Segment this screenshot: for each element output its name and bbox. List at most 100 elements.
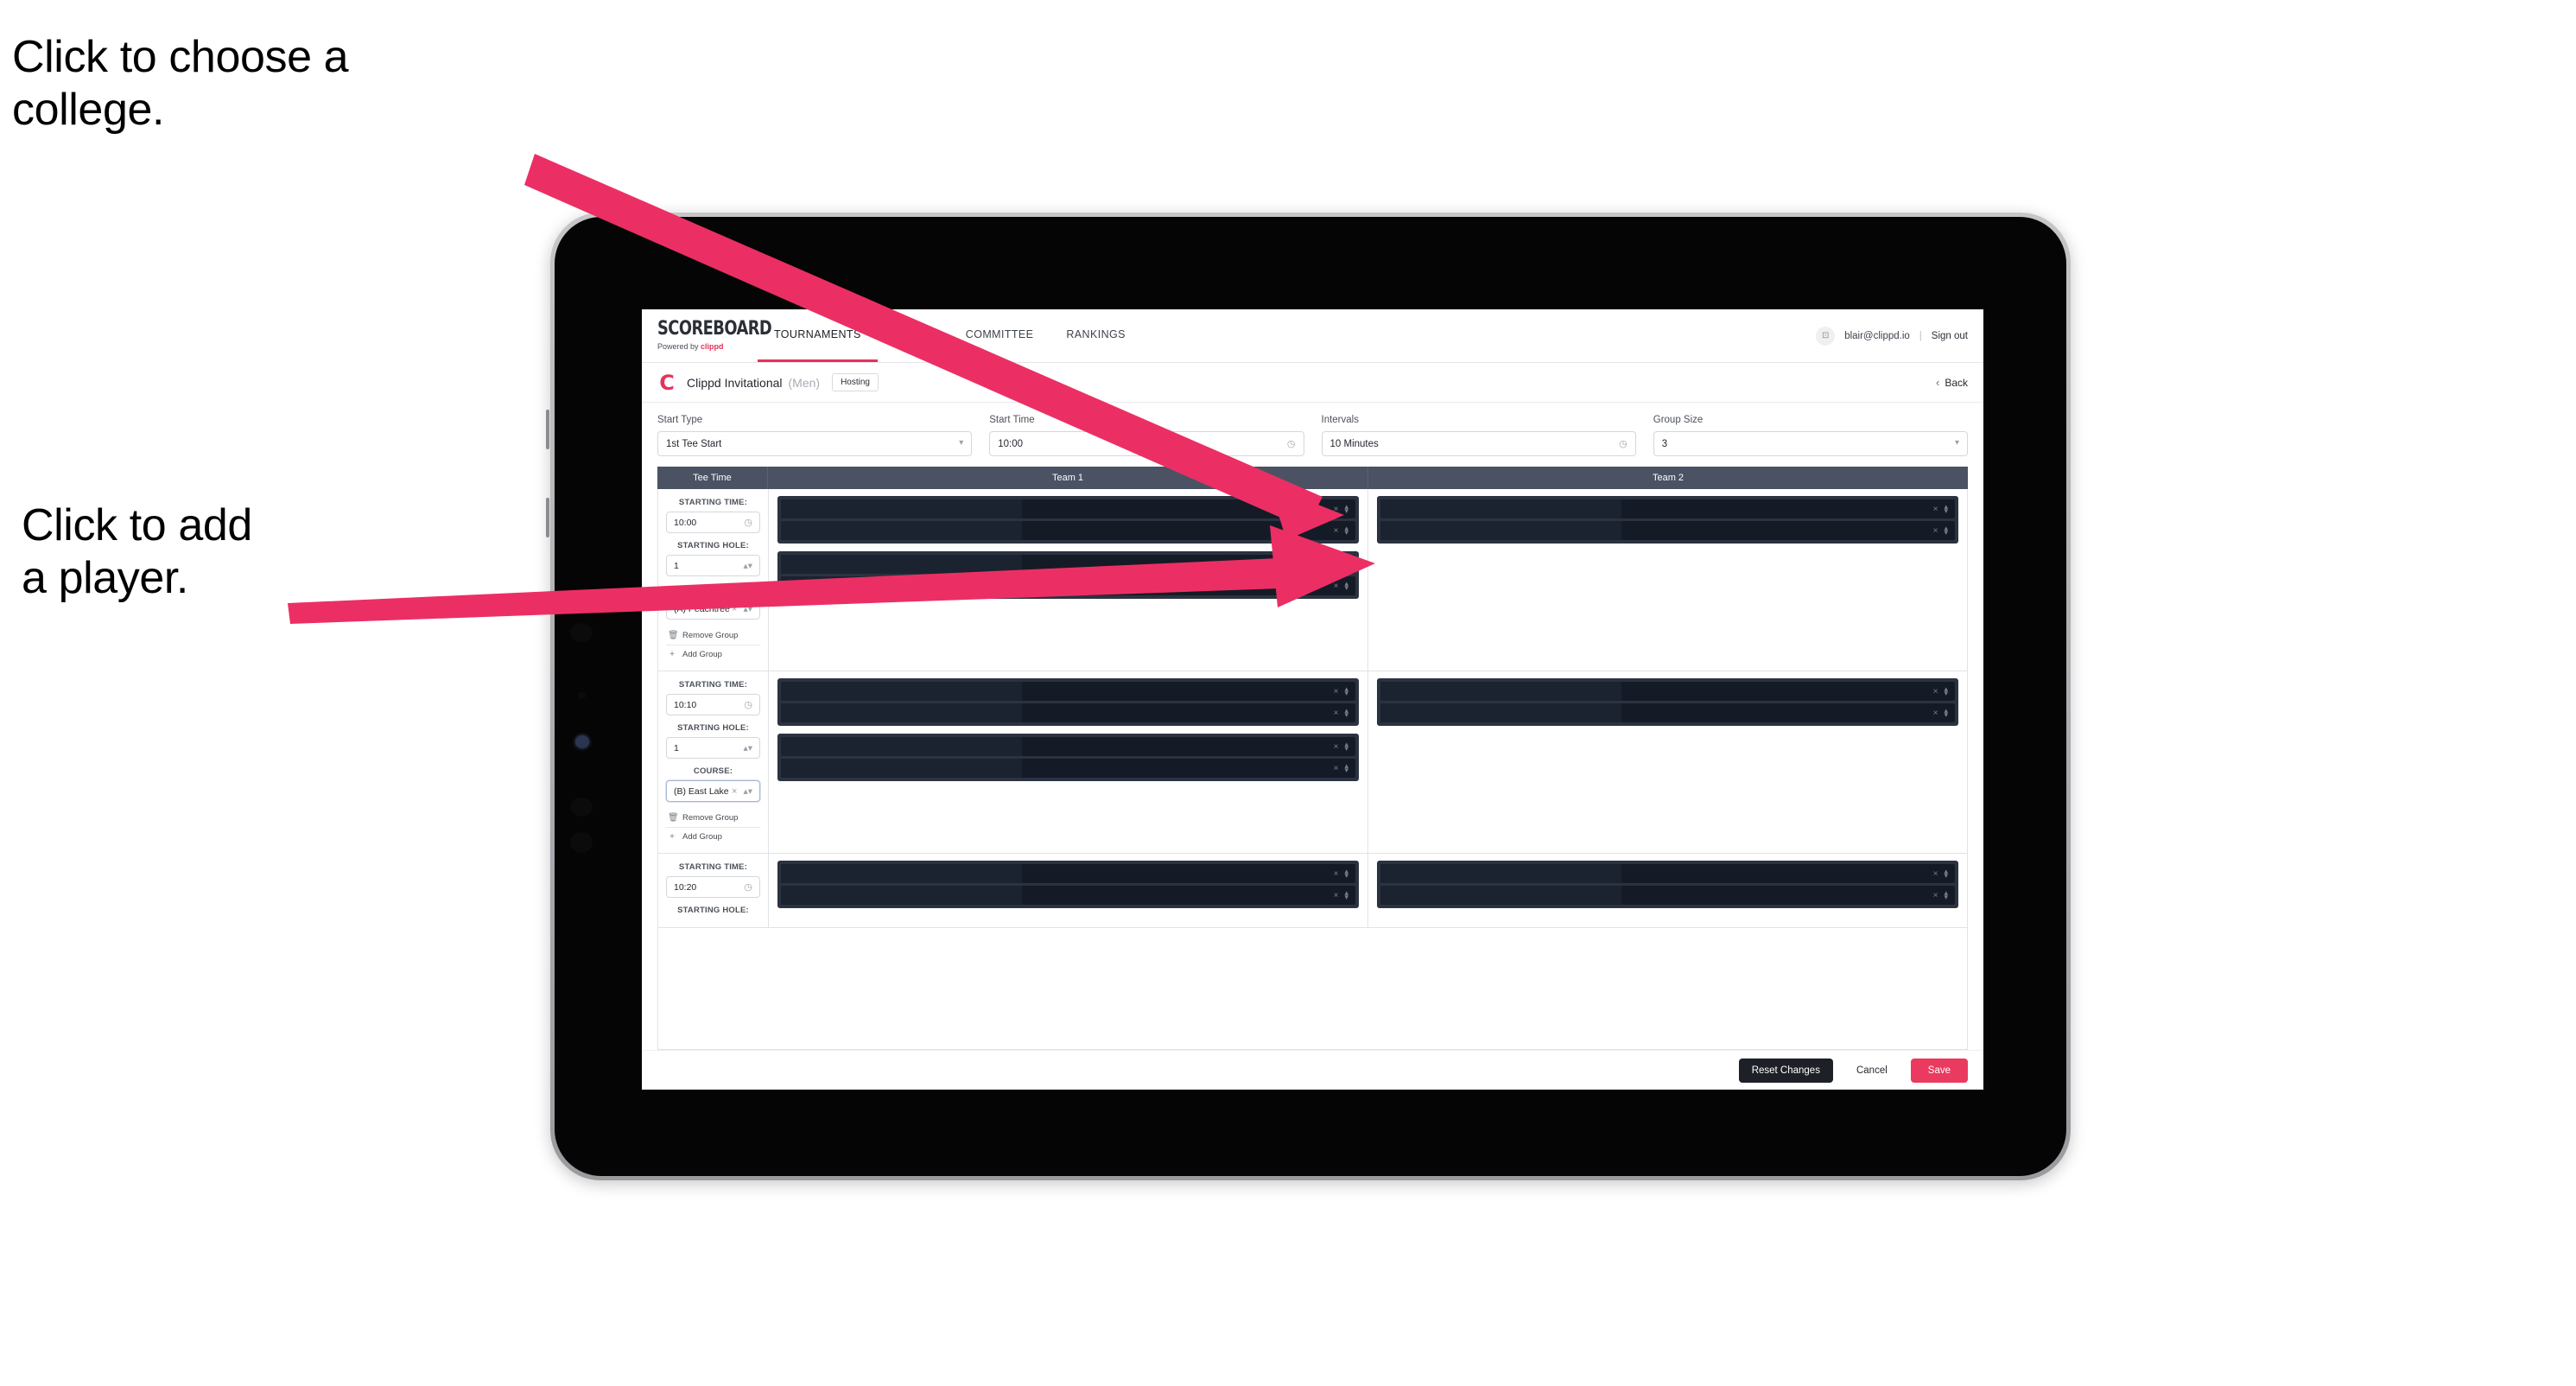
chevron-updown-icon[interactable]: ▴▾	[1344, 867, 1348, 880]
player-slot[interactable]: × ▴ ▾	[781, 682, 1355, 701]
player-slot[interactable]: × ▴ ▾	[781, 703, 1355, 722]
chevron-updown-icon[interactable]: ▴▾	[1344, 579, 1348, 592]
nav-tab-committee[interactable]: COMMITTEE	[949, 309, 1050, 362]
player-slot-shade	[781, 682, 1023, 701]
clear-player-icon[interactable]: ×	[1334, 709, 1339, 718]
chevron-updown-icon[interactable]: ▴▾	[1944, 502, 1948, 515]
avatar[interactable]: ⊡	[1816, 326, 1836, 346]
player-slot[interactable]: × ▴ ▾	[781, 521, 1355, 540]
player-slot-actions: × ▴ ▾	[1334, 706, 1348, 719]
player-slot[interactable]: × ▴ ▾	[1380, 886, 1955, 905]
start-time-input[interactable]: 10:00 ◷	[989, 431, 1304, 456]
chevron-updown-icon[interactable]: ▴▾	[1344, 888, 1348, 901]
player-slot[interactable]: × ▴ ▾	[781, 864, 1355, 883]
clear-player-icon[interactable]: ×	[1933, 687, 1938, 696]
player-slot[interactable]: × ▴ ▾	[781, 886, 1355, 905]
chevron-updown-icon[interactable]: ▴▾	[1344, 557, 1348, 570]
chevron-updown-icon[interactable]: ▴▾	[1944, 524, 1948, 537]
starting-hole-label: STARTING HOLE:	[677, 906, 749, 915]
control-group-size-label: Group Size	[1653, 415, 1704, 425]
chevron-updown-icon[interactable]: ▴▾	[1344, 740, 1348, 753]
clear-player-icon[interactable]: ×	[1933, 709, 1938, 718]
save-button[interactable]: Save	[1910, 1058, 1968, 1083]
chevron-updown-icon[interactable]: ▴▾	[1344, 524, 1348, 537]
player-slot-actions: × ▴ ▾	[1933, 684, 1948, 697]
table-header-row: Tee Time Team 1 Team 2	[657, 467, 1968, 489]
sign-out-link[interactable]: Sign out	[1932, 331, 1968, 341]
group-size-stepper[interactable]: 3 ▾	[1653, 431, 1968, 456]
player-slot-actions: × ▴ ▾	[1933, 867, 1948, 880]
chevron-updown-icon[interactable]: ▴▾	[1344, 761, 1348, 774]
clear-player-icon[interactable]: ×	[1334, 764, 1339, 773]
clear-player-icon[interactable]: ×	[1334, 869, 1339, 879]
clear-player-icon[interactable]: ×	[1334, 526, 1339, 536]
player-slot[interactable]: × ▴ ▾	[1380, 703, 1955, 722]
chevron-updown-icon[interactable]: ▴▾	[743, 561, 752, 571]
player-slot[interactable]: × ▴ ▾	[781, 576, 1355, 595]
nav-tab-tournaments[interactable]: TOURNAMENTS	[758, 309, 878, 362]
scoreboard-logo[interactable]: SCOREBOARD Powered by clippd	[642, 309, 772, 362]
course-select[interactable]: (B) East Lake GC× ▴▾	[666, 780, 760, 802]
clear-player-icon[interactable]: ×	[1334, 560, 1339, 569]
clear-player-icon[interactable]: ×	[1334, 687, 1339, 696]
chevron-updown-icon[interactable]: ▴▾	[1344, 706, 1348, 719]
team-1-cell: × ▴ ▾ × ▴ ▾ × ▴ ▾ × ▴ ▾	[769, 489, 1368, 671]
settings-controls-row: Start Type 1st Tee Start ▾ Start Time 10…	[642, 403, 1983, 467]
player-slot-shade	[1380, 703, 1622, 722]
chevron-updown-icon: ▾	[1954, 438, 1959, 448]
chevron-updown-icon[interactable]: ▴▾	[1344, 684, 1348, 697]
player-group-card: × ▴ ▾ × ▴ ▾	[1377, 496, 1958, 544]
reset-changes-button[interactable]: Reset Changes	[1738, 1058, 1833, 1083]
clear-player-icon[interactable]: ×	[1933, 505, 1938, 514]
control-intervals-label: Intervals	[1321, 415, 1359, 425]
clear-player-icon[interactable]: ×	[1334, 742, 1339, 752]
back-button[interactable]: ‹ Back	[1936, 376, 1968, 389]
clear-player-icon[interactable]: ×	[1334, 505, 1339, 514]
chevron-updown-icon[interactable]: ▴▾	[1944, 867, 1948, 880]
nav-separator: |	[1919, 330, 1922, 341]
player-slot[interactable]: × ▴ ▾	[1380, 682, 1955, 701]
cancel-button[interactable]: Cancel	[1845, 1059, 1899, 1083]
clear-player-icon[interactable]: ×	[1933, 526, 1938, 536]
clippd-logo-icon: C	[659, 370, 675, 395]
clear-player-icon[interactable]: ×	[1334, 582, 1339, 591]
player-slot[interactable]: × ▴ ▾	[1380, 521, 1955, 540]
table-row: STARTING TIME: 10:20 ◷ STARTING HOLE: × ▴ ▾ × ▴ ▾…	[658, 854, 1967, 928]
course-select[interactable]: (A) Peachtree GC× ▴▾	[666, 598, 760, 620]
starting-time-input[interactable]: 10:00 ◷	[666, 512, 760, 533]
player-slot-actions: × ▴ ▾	[1933, 524, 1948, 537]
add-group-button[interactable]: + Add Group	[666, 829, 760, 845]
clear-player-icon[interactable]: ×	[1933, 891, 1938, 900]
table-body: STARTING TIME: 10:00 ◷ STARTING HOLE: 1 ▴▾ COU…	[657, 489, 1968, 1050]
player-slot[interactable]: × ▴ ▾	[1380, 499, 1955, 518]
clear-player-icon[interactable]: ×	[1933, 869, 1938, 879]
chevron-updown-icon[interactable]: ▴▾	[1344, 502, 1348, 515]
start-type-select[interactable]: 1st Tee Start ▾	[657, 431, 973, 456]
starting-time-input[interactable]: 10:10 ◷	[666, 694, 760, 715]
nav-tab-rankings[interactable]: RANKINGS	[1050, 309, 1142, 362]
starting-hole-stepper[interactable]: 1 ▴▾	[666, 737, 760, 759]
clear-course-icon[interactable]: ×	[732, 786, 737, 797]
intervals-input[interactable]: 10 Minutes ◷	[1321, 431, 1636, 456]
remove-group-button[interactable]: 🗑 Remove Group	[666, 627, 760, 644]
player-slot[interactable]: × ▴ ▾	[781, 499, 1355, 518]
starting-hole-stepper[interactable]: 1 ▴▾	[666, 555, 760, 576]
chevron-updown-icon[interactable]: ▴▾	[1944, 684, 1948, 697]
chevron-updown-icon[interactable]: ▴▾	[743, 743, 752, 753]
starting-time-input[interactable]: 10:20 ◷	[666, 876, 760, 898]
player-slot[interactable]: × ▴ ▾	[781, 555, 1355, 574]
add-group-button[interactable]: + Add Group	[666, 646, 760, 663]
chevron-updown-icon[interactable]: ▴▾	[1944, 888, 1948, 901]
clear-course-icon[interactable]: ×	[732, 604, 737, 614]
starting-hole-label: STARTING HOLE:	[677, 541, 749, 550]
nav-tab-teams[interactable]: TEAMS	[878, 309, 949, 362]
tee-time-cell: STARTING TIME: 10:10 ◷ STARTING HOLE: 1 ▴▾ COU…	[658, 671, 769, 853]
chevron-updown-icon[interactable]: ▴▾	[743, 786, 752, 797]
chevron-updown-icon[interactable]: ▴▾	[1944, 706, 1948, 719]
player-slot[interactable]: × ▴ ▾	[1380, 864, 1955, 883]
chevron-updown-icon[interactable]: ▴▾	[743, 604, 752, 614]
clear-player-icon[interactable]: ×	[1334, 891, 1339, 900]
player-slot[interactable]: × ▴ ▾	[781, 759, 1355, 778]
remove-group-button[interactable]: 🗑 Remove Group	[666, 810, 760, 826]
player-slot[interactable]: × ▴ ▾	[781, 737, 1355, 756]
